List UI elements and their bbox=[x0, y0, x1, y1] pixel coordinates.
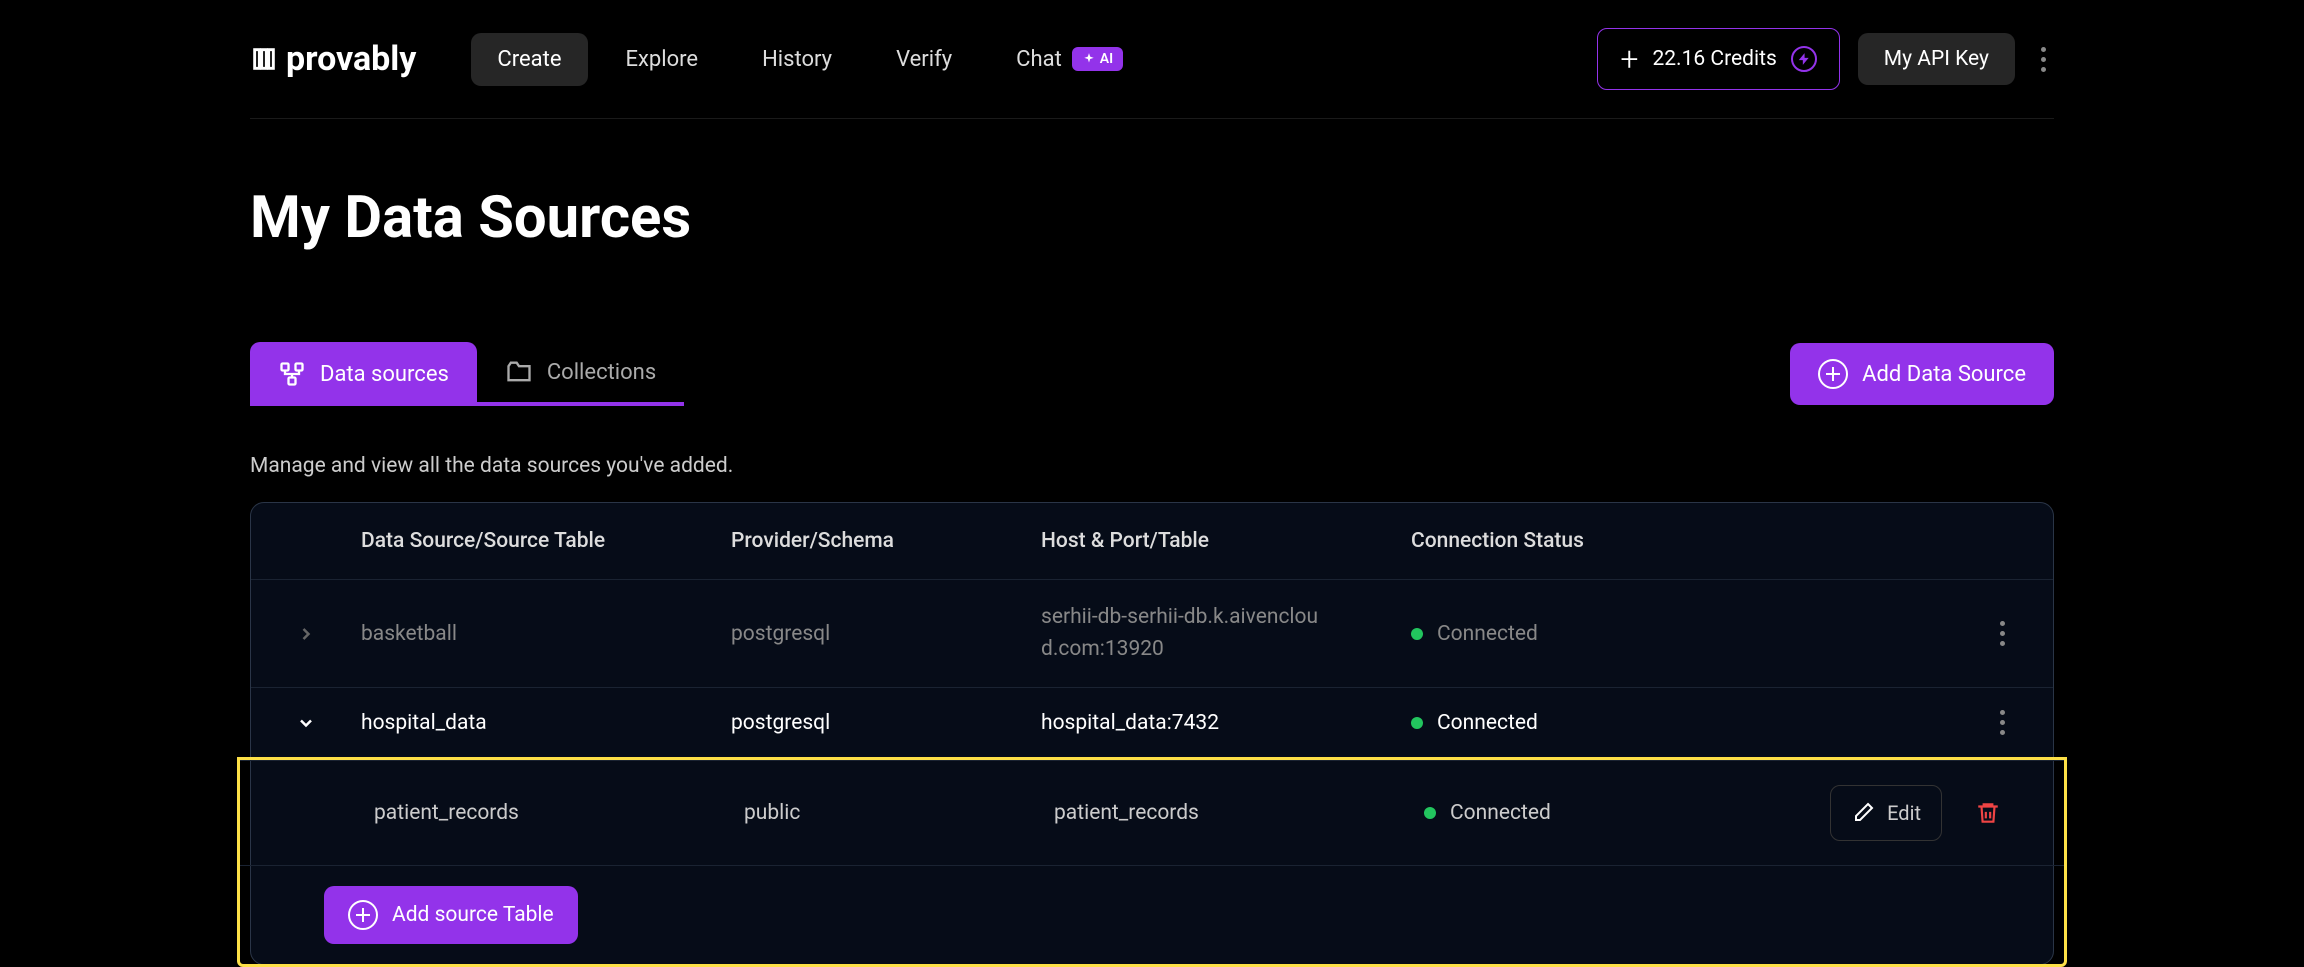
tab-collections[interactable]: Collections bbox=[477, 342, 684, 406]
col-status: Connection Status bbox=[1411, 529, 1721, 553]
status-dot-icon bbox=[1411, 717, 1423, 729]
status-dot-icon bbox=[1411, 628, 1423, 640]
logo-icon bbox=[250, 45, 278, 73]
api-key-button[interactable]: My API Key bbox=[1858, 33, 2015, 85]
dots-vertical-icon bbox=[2000, 710, 2005, 735]
row-more-button[interactable] bbox=[2000, 621, 2005, 646]
plus-circle-icon bbox=[1818, 359, 1848, 389]
network-icon bbox=[278, 360, 306, 388]
table-name: patient_records bbox=[350, 801, 720, 825]
nav-explore[interactable]: Explore bbox=[600, 33, 725, 86]
add-source-table-button[interactable]: Add source Table bbox=[324, 886, 578, 944]
delete-button[interactable] bbox=[1960, 785, 2016, 841]
chevron-right-icon[interactable] bbox=[296, 624, 316, 644]
dots-vertical-icon bbox=[2041, 47, 2046, 72]
source-name: basketball bbox=[361, 622, 731, 646]
col-host: Host & Port/Table bbox=[1041, 529, 1411, 553]
edit-button[interactable]: Edit bbox=[1830, 785, 1942, 841]
status-text: Connected bbox=[1450, 801, 1551, 825]
brand-name: provably bbox=[286, 39, 416, 79]
plus-icon: + bbox=[1620, 43, 1638, 75]
table-table: patient_records bbox=[1030, 801, 1400, 825]
nav-history[interactable]: History bbox=[736, 33, 858, 86]
source-provider: postgresql bbox=[731, 622, 1041, 646]
ai-badge: AI bbox=[1072, 47, 1123, 71]
pencil-icon bbox=[1851, 801, 1875, 825]
data-sources-table: Data Source/Source Table Provider/Schema… bbox=[250, 502, 2054, 965]
brand-logo[interactable]: provably bbox=[250, 39, 416, 79]
expanded-section: patient_records public patient_records C… bbox=[237, 757, 2067, 967]
add-data-source-button[interactable]: Add Data Source bbox=[1790, 343, 2054, 405]
tab-data-sources[interactable]: Data sources bbox=[250, 342, 477, 406]
dots-vertical-icon bbox=[2000, 621, 2005, 646]
row-more-button[interactable] bbox=[2000, 710, 2005, 735]
nav-chat[interactable]: Chat AI bbox=[990, 33, 1149, 86]
col-name: Data Source/Source Table bbox=[361, 529, 731, 553]
folder-icon bbox=[505, 358, 533, 386]
page-title: My Data Sources bbox=[250, 184, 2054, 252]
table-header-row: Data Source/Source Table Provider/Schema… bbox=[251, 503, 2053, 579]
nav-verify[interactable]: Verify bbox=[870, 33, 978, 86]
table-row[interactable]: hospital_data postgresql hospital_data:7… bbox=[251, 687, 2053, 757]
col-provider: Provider/Schema bbox=[731, 529, 1041, 553]
source-name: hospital_data bbox=[361, 711, 731, 735]
table-schema: public bbox=[720, 801, 1030, 825]
source-provider: postgresql bbox=[731, 711, 1041, 735]
table-row[interactable]: basketball postgresql serhii-db-serhii-d… bbox=[251, 579, 2053, 687]
bolt-icon bbox=[1791, 46, 1817, 72]
plus-circle-icon bbox=[348, 900, 378, 930]
nav-create[interactable]: Create bbox=[471, 33, 587, 86]
more-menu-button[interactable] bbox=[2033, 39, 2054, 80]
credits-button[interactable]: + 22.16 Credits bbox=[1597, 28, 1839, 90]
trash-icon bbox=[1975, 800, 2001, 826]
page-subtitle: Manage and view all the data sources you… bbox=[250, 454, 2054, 478]
table-subrow[interactable]: patient_records public patient_records C… bbox=[240, 760, 2064, 865]
chevron-down-icon[interactable] bbox=[296, 713, 316, 733]
status-text: Connected bbox=[1437, 622, 1538, 646]
source-host: serhii-db-serhii-db.k.aivencloud.com:139… bbox=[1041, 602, 1321, 665]
status-dot-icon bbox=[1424, 807, 1436, 819]
source-host: hospital_data:7432 bbox=[1041, 711, 1411, 735]
status-text: Connected bbox=[1437, 711, 1538, 735]
